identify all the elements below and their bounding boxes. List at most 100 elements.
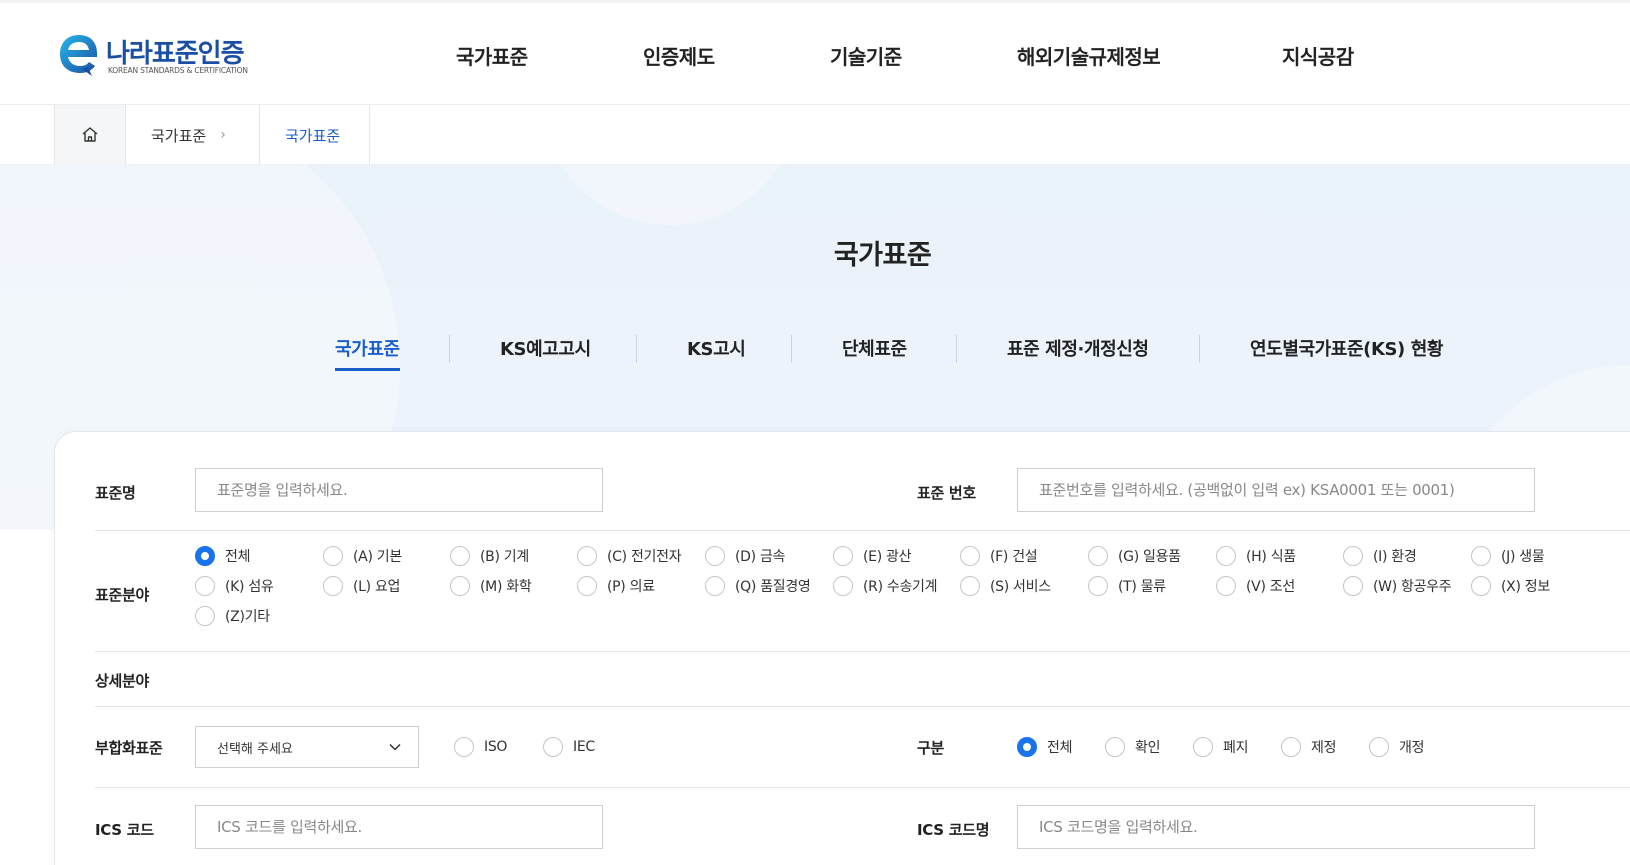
radio-label: 전체 <box>225 549 251 565</box>
radio-label: (S) 서비스 <box>990 579 1051 595</box>
radio-label: (G) 일용품 <box>1118 549 1181 565</box>
type-radio[interactable]: 폐지 <box>1193 737 1248 757</box>
radio-circle <box>543 737 563 757</box>
ics-code-input[interactable] <box>195 805 603 849</box>
radio-label: 폐지 <box>1223 740 1249 756</box>
radio-circle <box>1193 737 1213 757</box>
std-field-radio[interactable]: (T) 물류 <box>1088 576 1166 596</box>
std-field-radio[interactable]: (R) 수송기계 <box>833 576 938 596</box>
tab-separator <box>449 335 450 363</box>
std-field-radio[interactable]: (F) 건설 <box>960 546 1038 566</box>
radio-label: (R) 수송기계 <box>863 579 938 595</box>
type-radio[interactable]: 확인 <box>1105 737 1160 757</box>
std-number-label: 표준 번호 <box>917 484 976 502</box>
std-field-radio[interactable]: 전체 <box>195 546 250 566</box>
type-label: 구분 <box>917 739 945 757</box>
radio-circle <box>323 576 343 596</box>
site-header: 나라표준인증 KOREAN STANDARDS & CERTIFICATION … <box>0 0 1630 105</box>
std-field-radio[interactable]: (D) 금속 <box>705 546 785 566</box>
radio-label: (T) 물류 <box>1118 579 1166 595</box>
chevron-right-icon: › <box>220 127 226 143</box>
type-radio[interactable]: 전체 <box>1017 737 1072 757</box>
radio-circle <box>960 546 980 566</box>
std-field-radio[interactable]: (E) 광산 <box>833 546 911 566</box>
row-divider <box>95 706 1630 707</box>
radio-circle <box>833 576 853 596</box>
std-field-radio[interactable]: (P) 의료 <box>577 576 655 596</box>
nav-item-certification[interactable]: 인증제도 <box>643 41 715 70</box>
std-field-radio[interactable]: (L) 요업 <box>323 576 400 596</box>
radio-label: (D) 금속 <box>735 549 786 565</box>
row-divider <box>95 651 1630 652</box>
std-field-radio[interactable]: (M) 화학 <box>450 576 532 596</box>
radio-circle <box>705 576 725 596</box>
radio-label: (W) 항공우주 <box>1373 579 1452 595</box>
home-icon <box>82 127 98 142</box>
nav-item-technical-standard[interactable]: 기술기준 <box>830 41 902 70</box>
std-field-radio[interactable]: (S) 서비스 <box>960 576 1051 596</box>
std-field-radio[interactable]: (H) 식품 <box>1216 546 1296 566</box>
radio-circle <box>1216 546 1236 566</box>
radio-label: (X) 정보 <box>1501 579 1550 595</box>
radio-circle <box>577 546 597 566</box>
tab-national-standard[interactable]: 국가표준 <box>335 335 400 371</box>
radio-circle <box>195 546 215 566</box>
tab-separator <box>956 335 957 363</box>
tab-ks-announce[interactable]: KS고시 <box>687 335 746 361</box>
detail-field-label: 상세분야 <box>95 672 150 690</box>
std-field-radio[interactable]: (K) 섬유 <box>195 576 274 596</box>
std-field-radio[interactable]: (C) 전기전자 <box>577 546 682 566</box>
row-divider <box>95 787 1630 788</box>
page-title: 국가표준 <box>833 240 932 271</box>
logo-title: 나라표준인증 <box>106 39 245 69</box>
std-name-input[interactable] <box>195 468 603 512</box>
std-field-radio[interactable]: (Q) 품질경영 <box>705 576 811 596</box>
type-radio[interactable]: 개정 <box>1369 737 1424 757</box>
std-field-radio[interactable]: (X) 정보 <box>1471 576 1550 596</box>
nav-item-knowledge[interactable]: 지식공감 <box>1282 41 1354 70</box>
std-field-radio[interactable]: (G) 일용품 <box>1088 546 1181 566</box>
harmonized-std-select[interactable]: 선택해 주세요 <box>195 726 419 768</box>
std-field-radio[interactable]: (I) 환경 <box>1343 546 1417 566</box>
tab-separator <box>636 335 637 363</box>
nav-item-national-standard[interactable]: 국가표준 <box>456 41 528 70</box>
chevron-down-icon <box>389 743 401 751</box>
radio-circle <box>1369 737 1389 757</box>
std-number-input[interactable] <box>1017 468 1535 512</box>
radio-label: (C) 전기전자 <box>607 549 682 565</box>
tab-group-standard[interactable]: 단체표준 <box>842 335 907 361</box>
radio-circle <box>1281 737 1301 757</box>
tab-separator <box>1199 335 1200 363</box>
type-radio[interactable]: 제정 <box>1281 737 1336 757</box>
std-field-radio[interactable]: (W) 항공우주 <box>1343 576 1452 596</box>
radio-circle <box>1105 737 1125 757</box>
std-field-radio[interactable]: (B) 기계 <box>450 546 529 566</box>
harmonized-std-label: 부합화표준 <box>95 739 163 757</box>
tab-separator <box>791 335 792 363</box>
std-field-radio[interactable]: (V) 조선 <box>1216 576 1295 596</box>
tab-standard-request[interactable]: 표준 제정·개정신청 <box>1007 335 1149 361</box>
radio-circle <box>195 606 215 626</box>
radio-label: (I) 환경 <box>1373 549 1417 565</box>
breadcrumb-home[interactable] <box>54 105 126 165</box>
tab-yearly-status[interactable]: 연도별국가표준(KS) 현황 <box>1250 335 1443 361</box>
tab-ks-preannounce[interactable]: KS예고고시 <box>500 335 591 361</box>
std-field-radio[interactable]: (J) 생물 <box>1471 546 1545 566</box>
radio-iso[interactable]: ISO <box>454 737 507 757</box>
ics-name-input[interactable] <box>1017 805 1535 849</box>
radio-label: (H) 식품 <box>1246 549 1296 565</box>
radio-label: (J) 생물 <box>1501 549 1545 565</box>
breadcrumb-label: 국가표준 <box>285 126 341 145</box>
sub-tabs: 국가표준 KS예고고시 KS고시 단체표준 표준 제정·개정신청 연도별국가표준… <box>0 335 1630 375</box>
breadcrumb-item-depth1[interactable]: 국가표준 › <box>126 105 260 165</box>
std-field-radio[interactable]: (Z)기타 <box>195 606 270 626</box>
radio-circle <box>1471 576 1491 596</box>
site-logo[interactable]: 나라표준인증 KOREAN STANDARDS & CERTIFICATION <box>58 31 248 81</box>
ics-name-label: ICS 코드명 <box>917 821 990 839</box>
std-field-radio[interactable]: (A) 기본 <box>323 546 402 566</box>
breadcrumb-item-depth2[interactable]: 국가표준 <box>260 105 370 165</box>
radio-iec[interactable]: IEC <box>543 737 595 757</box>
select-value: 선택해 주세요 <box>217 741 293 757</box>
nav-item-overseas-regulation[interactable]: 해외기술규제정보 <box>1017 41 1161 70</box>
radio-circle <box>450 576 470 596</box>
